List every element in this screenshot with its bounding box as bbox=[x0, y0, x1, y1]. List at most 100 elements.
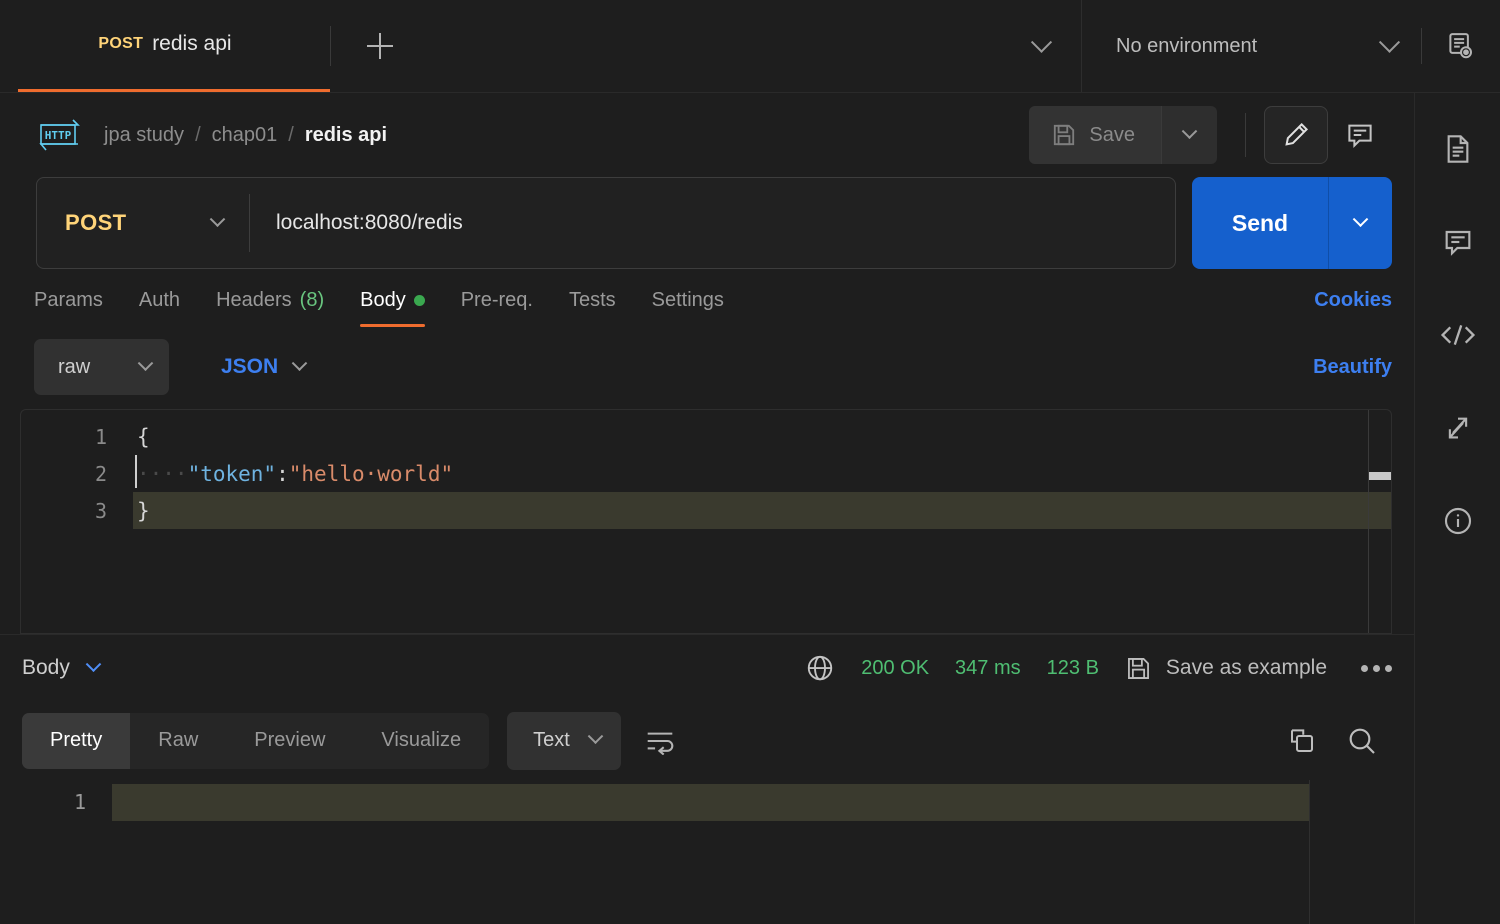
tab-params[interactable]: Params bbox=[34, 269, 103, 331]
edit-button[interactable] bbox=[1264, 106, 1328, 164]
sidebar-item-code-snippet[interactable] bbox=[1430, 307, 1486, 363]
tab-list-button[interactable] bbox=[1001, 0, 1081, 92]
globe-icon[interactable] bbox=[805, 653, 835, 683]
svg-text:HTTP: HTTP bbox=[45, 129, 72, 142]
line-number: 3 bbox=[94, 498, 107, 523]
sync-icon bbox=[1448, 417, 1467, 439]
pencil-icon bbox=[1285, 122, 1309, 146]
tab-tests[interactable]: Tests bbox=[569, 269, 616, 331]
tab-body[interactable]: Body bbox=[360, 269, 425, 331]
code-snippet-icon bbox=[1440, 324, 1475, 346]
tab-headers[interactable]: Headers (8) bbox=[216, 269, 324, 331]
tab-headers-label: Headers bbox=[216, 288, 292, 311]
floppy-icon bbox=[1127, 657, 1149, 679]
http-protocol-icon: HTTP bbox=[39, 119, 80, 151]
editor-line-numbers: 1 2 3 bbox=[21, 410, 133, 633]
sidebar-item-info[interactable] bbox=[1430, 493, 1486, 549]
response-time: 347 ms bbox=[955, 656, 1021, 679]
response-body-label: Body bbox=[22, 656, 70, 679]
tab-body-label: Body bbox=[360, 288, 406, 311]
tab-pre-request[interactable]: Pre-req. bbox=[461, 269, 533, 331]
line-number: 2 bbox=[94, 461, 107, 486]
request-tab-method: POST bbox=[98, 35, 144, 52]
search-response-button[interactable] bbox=[1332, 712, 1392, 770]
response-view-tabs: Pretty Raw Preview Visualize bbox=[22, 712, 490, 769]
url-bar: POST localhost:8080/redis bbox=[36, 177, 1176, 269]
breadcrumb: jpa study / chap01 / redis api bbox=[104, 124, 1029, 147]
send-button[interactable]: Send bbox=[1192, 177, 1328, 269]
wrap-lines-button[interactable] bbox=[631, 712, 689, 770]
tab-headers-count: (8) bbox=[299, 288, 325, 311]
url-input[interactable]: localhost:8080/redis bbox=[250, 178, 1175, 268]
toolbar-divider bbox=[1245, 113, 1246, 157]
request-tabs: Params Auth Headers (8) Body Pre-req. Te… bbox=[0, 269, 1414, 331]
body-language-selector[interactable]: JSON bbox=[221, 354, 308, 379]
cookies-link[interactable]: Cookies bbox=[1314, 289, 1392, 312]
send-options-button[interactable] bbox=[1328, 177, 1392, 269]
ellipsis-icon-dot bbox=[1373, 664, 1380, 672]
breadcrumb-separator: / bbox=[288, 123, 294, 146]
ellipsis-icon-dot bbox=[1385, 664, 1392, 672]
body-mode-selector[interactable]: raw bbox=[34, 339, 169, 395]
response-line-numbers: 1 bbox=[0, 784, 112, 924]
tab-strip-spacer bbox=[429, 0, 1001, 92]
save-options-button[interactable] bbox=[1161, 106, 1217, 164]
request-response-pane: HTTP jpa study / chap01 / redis api Save bbox=[0, 93, 1415, 924]
tab-tests-label: Tests bbox=[568, 288, 616, 311]
tab-auth[interactable]: Auth bbox=[139, 269, 180, 331]
response-size: 123 B bbox=[1046, 656, 1099, 679]
response-tab-pretty[interactable]: Pretty bbox=[22, 712, 131, 769]
response-vertical-divider bbox=[1309, 779, 1310, 924]
sidebar-item-comments[interactable] bbox=[1430, 214, 1486, 270]
editor-scrollbar-thumb[interactable] bbox=[1369, 472, 1391, 480]
environment-name: No environment bbox=[1116, 34, 1258, 57]
floppy-icon bbox=[1054, 124, 1075, 146]
code-line: ···· "token": "hello·world" bbox=[133, 455, 1391, 492]
chevron-down-icon bbox=[85, 655, 102, 672]
environment-quick-look-button[interactable] bbox=[1422, 0, 1500, 92]
body-modified-dot-icon bbox=[413, 294, 425, 306]
code-token: : bbox=[276, 461, 289, 486]
chevron-down-icon bbox=[1181, 122, 1198, 139]
copy-response-button[interactable] bbox=[1272, 712, 1332, 770]
environment-selector[interactable]: No environment bbox=[1081, 0, 1421, 92]
url-row: POST localhost:8080/redis Send bbox=[0, 177, 1414, 269]
breadcrumb-item-collection[interactable]: jpa study bbox=[104, 124, 184, 147]
tab-settings-label: Settings bbox=[651, 288, 724, 311]
send-button-group: Send bbox=[1192, 177, 1392, 269]
response-tab-visualize[interactable]: Visualize bbox=[353, 713, 489, 769]
breadcrumb-item-folder[interactable]: chap01 bbox=[212, 124, 278, 147]
beautify-link[interactable]: Beautify bbox=[1313, 356, 1392, 379]
response-format-selector[interactable]: Text bbox=[507, 711, 621, 770]
save-as-example-button[interactable]: Save as example bbox=[1125, 655, 1327, 682]
chevron-down-icon bbox=[1030, 31, 1052, 53]
code-token: "hello·world" bbox=[288, 461, 454, 486]
response-format-label: Text bbox=[533, 729, 570, 751]
response-tabs-row: Pretty Raw Preview Visualize Text bbox=[0, 702, 1414, 780]
tab-strip: POST redis api bbox=[0, 0, 1081, 92]
response-stats: 200 OK 347 ms 123 B Save as example bbox=[805, 653, 1392, 683]
editor-code-area[interactable]: { ···· "token": "hello·world" } bbox=[133, 410, 1391, 633]
response-tab-raw[interactable]: Raw bbox=[130, 713, 226, 769]
top-tab-bar: POST redis api No environment bbox=[0, 0, 1500, 93]
tab-settings[interactable]: Settings bbox=[652, 269, 724, 331]
ellipsis-icon-dot bbox=[1361, 664, 1368, 672]
code-token: } bbox=[137, 498, 150, 523]
http-method-label: POST bbox=[65, 210, 127, 235]
text-cursor bbox=[135, 455, 137, 488]
response-body-selector[interactable]: Body bbox=[22, 655, 102, 680]
save-button[interactable]: Save bbox=[1029, 106, 1161, 164]
request-tab-redis-api[interactable]: POST redis api bbox=[0, 0, 330, 92]
code-line: } bbox=[133, 492, 1391, 529]
response-tab-preview[interactable]: Preview bbox=[226, 713, 353, 769]
save-button-label: Save bbox=[1089, 123, 1135, 146]
code-line: { bbox=[133, 418, 1391, 455]
http-method-selector[interactable]: POST bbox=[37, 178, 249, 268]
response-body-viewer[interactable]: 1 bbox=[0, 779, 1414, 924]
sidebar-item-documentation[interactable] bbox=[1430, 121, 1486, 177]
new-tab-button[interactable] bbox=[331, 0, 429, 92]
comment-button[interactable] bbox=[1328, 106, 1392, 164]
response-more-options-button[interactable] bbox=[1361, 664, 1392, 672]
sidebar-item-sync[interactable] bbox=[1430, 400, 1486, 456]
request-body-editor[interactable]: 1 2 3 { ···· "token": "hello·world" } bbox=[20, 409, 1392, 634]
